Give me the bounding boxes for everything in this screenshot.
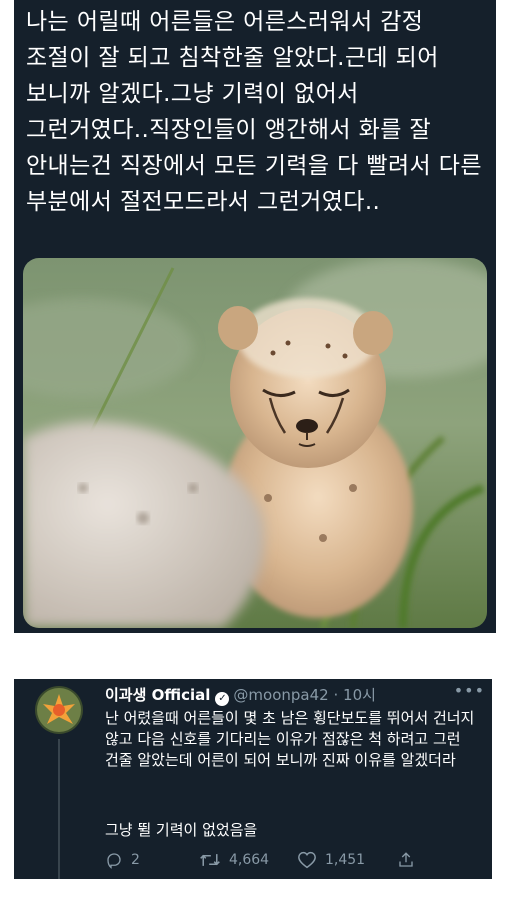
verified-badge-icon: ✓ — [215, 692, 230, 706]
tweet-panel: 나는 어릴때 어른들은 어른스러워서 감정 조절이 잘 되고 침착한줄 알았다.… — [14, 0, 496, 633]
author-handle[interactable]: @moonpa42 — [233, 686, 328, 704]
retweet-button[interactable]: 4,664 — [199, 851, 269, 869]
more-options-icon[interactable]: ••• — [454, 681, 485, 701]
tweet-text: 나는 어릴때 어른들은 어른스러워서 감정 조절이 잘 되고 침착한줄 알았다.… — [26, 9, 482, 215]
reply-icon — [107, 853, 121, 869]
retweet-count: 4,664 — [229, 852, 270, 868]
reply-text: 난 어렸을때 어른들이 몇 초 남은 횡단보도를 뛰어서 건너지 않고 다음 신… — [105, 709, 475, 769]
like-count: 1,451 — [325, 852, 366, 868]
action-bar: 2 4,664 1,451 — [105, 851, 435, 873]
reply-count: 2 — [131, 852, 140, 868]
heart-icon — [298, 851, 316, 869]
retweet-icon — [200, 854, 220, 866]
like-button[interactable]: 1,451 — [297, 851, 365, 869]
separator: · — [333, 686, 339, 704]
cheetah-cub-photo — [23, 258, 487, 628]
timestamp[interactable]: 10시 — [343, 686, 376, 704]
author-name[interactable]: 이과생 Official — [105, 686, 210, 704]
thread-line — [58, 739, 60, 879]
share-button[interactable] — [397, 851, 415, 869]
avatar[interactable] — [35, 686, 83, 734]
reply-text-second: 그냥 뛸 기력이 없었음을 — [105, 821, 258, 839]
reply-button[interactable]: 2 — [105, 851, 140, 869]
avatar-image — [35, 686, 83, 734]
tweet-image[interactable] — [23, 258, 487, 628]
reply-tweet[interactable]: 이과생 Official ✓ @moonpa42 · 10시 ••• 난 어렸을때 … — [14, 679, 492, 879]
share-icon — [399, 852, 413, 867]
reply-header: 이과생 Official ✓ @moonpa42 · 10시 ••• — [105, 681, 485, 707]
